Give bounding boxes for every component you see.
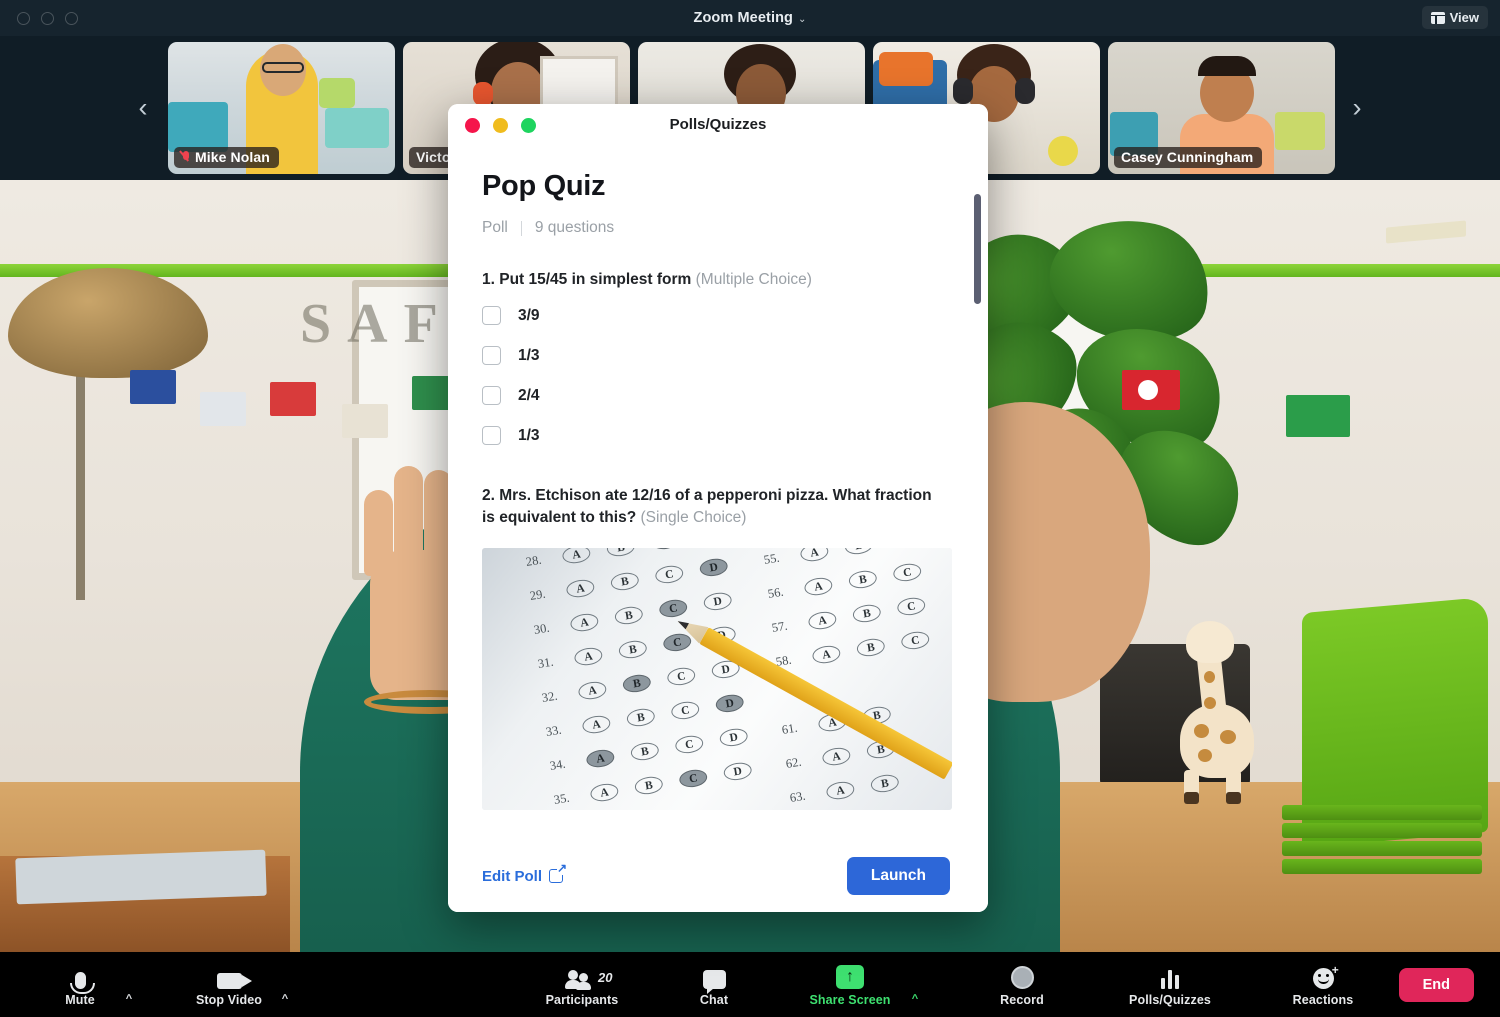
window-title-bar: Zoom Meeting ⌄ View [0, 0, 1500, 36]
option-label: 1/3 [518, 346, 540, 364]
launch-button[interactable]: Launch [846, 857, 950, 895]
video-camera-icon [216, 963, 252, 989]
stop-video-button[interactable]: Stop Video [186, 963, 272, 1007]
layout-grid-icon [1430, 11, 1445, 24]
meta-divider [520, 220, 522, 236]
option-label: 1/3 [518, 426, 540, 444]
green-flag [1286, 395, 1350, 437]
record-button[interactable]: Record [984, 963, 1060, 1007]
poll-meta: Poll 9 questions [482, 219, 948, 237]
dialog-body: Pop Quiz Poll 9 questions 1. Put 15/45 i… [448, 148, 988, 840]
participant-name: Mike Nolan [195, 149, 270, 165]
option-row[interactable]: 3/9 [482, 306, 948, 326]
polls-quizzes-label: Polls/Quizzes [1129, 992, 1211, 1007]
chevron-down-icon: ⌄ [798, 14, 807, 25]
meeting-title[interactable]: Zoom Meeting ⌄ [0, 10, 1500, 26]
poll-type: Poll [482, 219, 508, 236]
stop-video-label: Stop Video [195, 992, 263, 1007]
dialog-footer: Edit Poll Launch [448, 840, 988, 912]
option-label: 3/9 [518, 306, 540, 324]
chevron-up-icon: ^ [281, 992, 289, 1005]
participant-nametag: Mike Nolan [174, 147, 279, 168]
chevron-left-icon[interactable]: ‹ [128, 94, 158, 122]
checkbox-icon[interactable] [482, 386, 501, 406]
microphone-icon [69, 963, 95, 994]
desk-papers [0, 849, 290, 952]
share-screen-button[interactable]: ↑ Share Screen [798, 963, 902, 1007]
view-button-label: View [1449, 10, 1479, 25]
mute-button[interactable]: Mute [44, 963, 116, 1007]
green-folders [1282, 800, 1482, 874]
window-maximize-button[interactable] [65, 11, 78, 25]
poll-question-count: 9 questions [534, 219, 615, 236]
share-arrow-up-icon: ↑ [836, 963, 864, 989]
participant-name: Casey Cunningham [1121, 149, 1254, 165]
giraffe-toy [1164, 619, 1272, 804]
view-button[interactable]: View [1421, 6, 1488, 29]
participant-tile[interactable]: Casey Cunningham [1108, 42, 1335, 174]
mic-muted-icon [181, 150, 190, 164]
dialog-title-bar: Polls/Quizzes [448, 104, 988, 148]
participant-count: 20 [598, 969, 613, 985]
polls-quizzes-dialog: Polls/Quizzes Pop Quiz Poll 9 questions … [448, 104, 988, 912]
scantron-answer-sheet-image: 28.ABCD 29.ABCD 30.ABCD 31.ABCD 32.ABCD … [482, 548, 952, 811]
participant-tile[interactable]: Mike Nolan [168, 42, 395, 174]
mute-label: Mute [65, 992, 95, 1007]
chevron-right-icon[interactable]: › [1342, 94, 1372, 122]
checkbox-icon[interactable] [482, 306, 501, 326]
red-flag [1122, 370, 1180, 410]
edit-poll-label: Edit Poll [482, 867, 542, 885]
question-1-type: (Multiple Choice) [695, 271, 812, 288]
chevron-up-icon: ^ [911, 992, 919, 1005]
polls-quizzes-button[interactable]: Polls/Quizzes [1116, 963, 1224, 1007]
question-1: 1. Put 15/45 in simplest form (Multiple … [482, 269, 948, 290]
chevron-up-icon: ^ [125, 992, 133, 1005]
chat-label: Chat [699, 992, 729, 1007]
poll-title: Pop Quiz [482, 170, 606, 202]
checkbox-icon[interactable] [482, 346, 501, 366]
bar-chart-icon [1161, 963, 1179, 989]
participant-nametag: Casey Cunningham [1114, 147, 1263, 168]
checkbox-icon[interactable] [482, 426, 501, 446]
meeting-toolbar: Mute ^ Stop Video ^ 20 Participants Chat… [0, 952, 1500, 1017]
record-label: Record [1000, 992, 1044, 1007]
participants-button[interactable]: 20 Participants [534, 963, 630, 1007]
participant-name: Victo [416, 149, 451, 165]
option-label: 2/4 [518, 386, 540, 404]
participants-label: Participants [545, 992, 619, 1007]
chat-button[interactable]: Chat [686, 963, 742, 1007]
poll-content: Pop Quiz Poll 9 questions 1. Put 15/45 i… [448, 148, 988, 840]
option-row[interactable]: 1/3 [482, 346, 948, 366]
edit-poll-link[interactable]: Edit Poll [482, 862, 567, 885]
option-row[interactable]: 2/4 [482, 386, 948, 406]
speech-bubble-icon [702, 963, 726, 994]
record-circle-icon [1010, 963, 1034, 989]
question-2: 2. Mrs. Etchison ate 12/16 of a pepperon… [482, 485, 948, 528]
share-screen-label: Share Screen [809, 992, 891, 1007]
dialog-scrollbar[interactable] [974, 194, 981, 304]
meeting-title-text: Zoom Meeting [693, 10, 793, 26]
option-row[interactable]: 1/3 [482, 426, 948, 446]
reactions-label: Reactions [1292, 992, 1354, 1007]
smiley-plus-icon: + [1312, 963, 1339, 989]
question-2-type: (Single Choice) [640, 508, 747, 526]
question-1-text: 1. Put 15/45 in simplest form [482, 271, 692, 288]
dialog-title: Polls/Quizzes [669, 116, 767, 133]
reactions-button[interactable]: + Reactions [1280, 963, 1366, 1007]
window-close-button[interactable] [17, 11, 30, 25]
end-meeting-button[interactable]: End [1398, 967, 1474, 1002]
window-minimize-button[interactable] [41, 11, 54, 25]
window-traffic-lights [17, 11, 78, 25]
external-link-icon [549, 862, 567, 883]
people-icon: 20 [565, 963, 612, 990]
